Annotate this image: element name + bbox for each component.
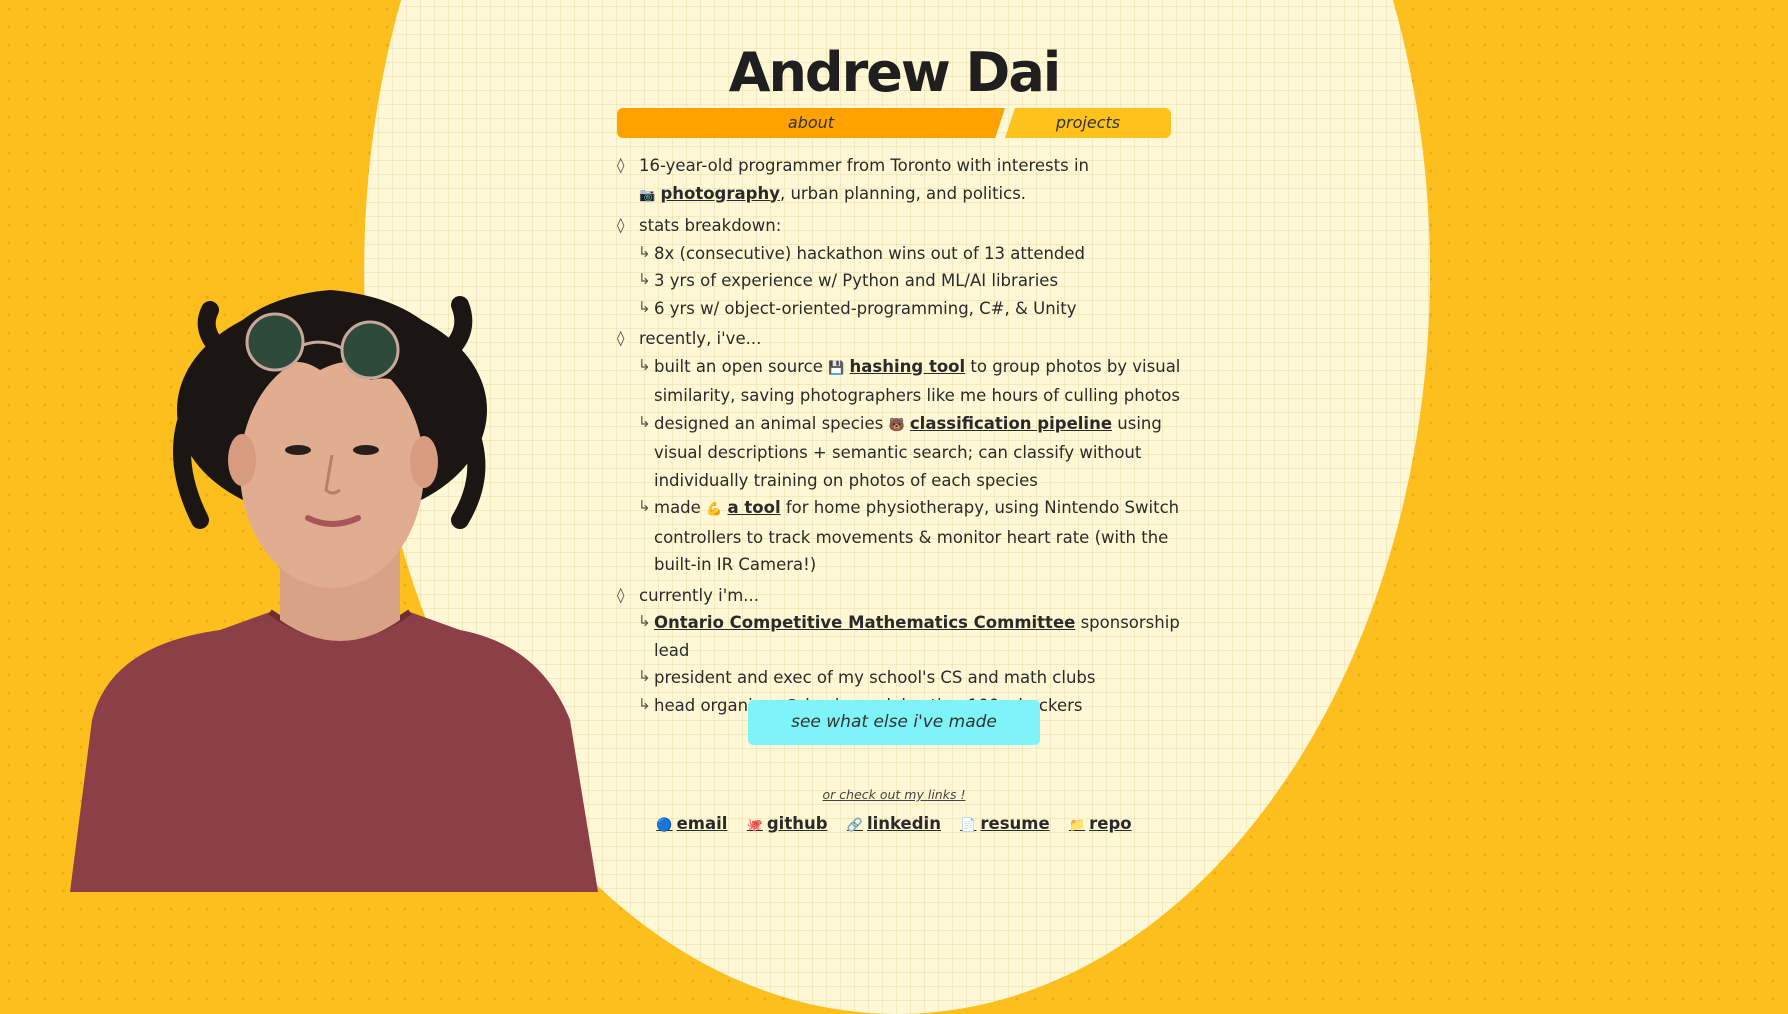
item-text: built an open source [654, 356, 823, 376]
list-item: ↳ 8x (consecutive) hackathon wins out of … [638, 240, 1187, 268]
list-item: ↳ Ontario Competitive Mathematics Committ… [638, 609, 1187, 664]
arrow-icon: ↳ [638, 667, 651, 685]
diamond-icon: ◊ [617, 329, 625, 347]
tab-about[interactable]: about [617, 108, 1005, 138]
email-link[interactable]: 🔵 email [656, 814, 727, 833]
social-links: 🔵 email 🐙 github 🔗 linkedin 📄 resume 📁 repo [617, 814, 1171, 833]
list-item: ↳ 6 yrs w/ object-oriented-programming, C… [638, 295, 1187, 323]
about-list: ◊ 16-year-old programmer from Toronto wi… [617, 152, 1187, 722]
page-title: Andrew Dai [728, 41, 1062, 104]
arrow-icon: ↳ [638, 612, 651, 630]
link-label: repo [1089, 814, 1132, 833]
intro-text: 16-year-old programmer from Toronto with… [639, 156, 1089, 175]
list-item: ↳ designed an animal species 🐻 classifica… [638, 410, 1187, 495]
linkedin-icon: 🔗 [846, 818, 863, 833]
stats-bullet: ◊ stats breakdown: ↳ 8x (consecutive) hac… [617, 212, 1187, 322]
tab-projects[interactable]: projects [1005, 108, 1171, 138]
email-icon: 🔵 [656, 818, 673, 833]
folder-icon: 📁 [1068, 818, 1086, 833]
list-item: ↳ built an open source 💾 hashing tool to … [638, 353, 1187, 410]
link-label: resume [980, 814, 1050, 833]
link-label: linkedin [866, 814, 941, 833]
diamond-icon: ◊ [617, 216, 625, 234]
stat-text: 3 yrs of experience w/ Python and ML/AI … [654, 271, 1059, 290]
arrow-icon: ↳ [638, 412, 651, 431]
recent-list: ↳ built an open source 💾 hashing tool to … [638, 353, 1187, 579]
hashing-tool-link[interactable]: hashing tool [850, 357, 966, 376]
stat-text: 8x (consecutive) hackathon wins out of 1… [654, 243, 1086, 263]
arrow-icon: ↳ [638, 355, 651, 374]
main-content: Andrew Dai about projects ◊ 16-year-old … [0, 0, 1788, 892]
linkedin-link[interactable]: 🔗 linkedin [847, 814, 941, 833]
item-text: made [654, 498, 701, 517]
links-prompt: or check out my links ! [822, 787, 966, 802]
current-heading: currently i'm... [639, 585, 760, 605]
arrow-icon: ↳ [638, 497, 651, 515]
classification-pipeline-link[interactable]: classification pipeline [910, 414, 1112, 433]
diamond-icon: ◊ [617, 585, 625, 604]
list-item: ↳ 3 yrs of experience w/ Python and ML/AI… [638, 267, 1187, 295]
stat-text: 6 yrs w/ object-oriented-programming, C#… [654, 298, 1077, 318]
flexed-biceps-icon: 💪 [706, 502, 723, 517]
ocmc-link[interactable]: Ontario Competitive Mathematics Committe… [654, 613, 1075, 632]
github-link[interactable]: 🐙 github [747, 814, 828, 833]
arrow-icon: ↳ [638, 270, 651, 288]
see-projects-button[interactable]: see what else i've made [748, 700, 1040, 745]
physio-tool-link[interactable]: a tool [728, 498, 781, 517]
resume-icon: 📄 [960, 818, 977, 833]
photography-link[interactable]: photography [660, 184, 780, 203]
arrow-icon: ↳ [638, 297, 651, 316]
floppy-disk-icon: 💾 [828, 360, 845, 376]
repo-link[interactable]: 📁 repo [1069, 814, 1132, 833]
recent-heading: recently, i've... [639, 329, 762, 348]
item-text: designed an animal species [654, 413, 884, 433]
github-icon: 🐙 [746, 818, 763, 833]
camera-icon: 📷 [639, 187, 656, 203]
intro-text-after: , urban planning, and politics. [779, 183, 1027, 203]
stats-list: ↳ 8x (consecutive) hackathon wins out of … [638, 240, 1187, 323]
link-label: email [676, 814, 728, 833]
item-text: president and exec of my school's CS and… [654, 668, 1096, 687]
link-label: github [766, 814, 828, 833]
arrow-icon: ↳ [638, 242, 651, 261]
tab-bar: about projects [617, 108, 1171, 138]
recent-bullet: ◊ recently, i've... ↳ built an open sourc… [617, 325, 1187, 579]
stats-heading: stats breakdown: [639, 216, 782, 235]
intro-bullet: ◊ 16-year-old programmer from Toronto wi… [617, 152, 1187, 209]
arrow-icon: ↳ [638, 694, 651, 713]
resume-link[interactable]: 📄 resume [960, 814, 1049, 833]
list-item: ↳ made 💪 a tool for home physiotherapy, u… [638, 494, 1187, 579]
list-item: ↳ president and exec of my school's CS an… [638, 664, 1187, 692]
current-bullet: ◊ currently i'm... ↳ Ontario Competitive … [617, 582, 1187, 720]
diamond-icon: ◊ [617, 156, 625, 174]
bear-icon: 🐻 [888, 417, 905, 433]
